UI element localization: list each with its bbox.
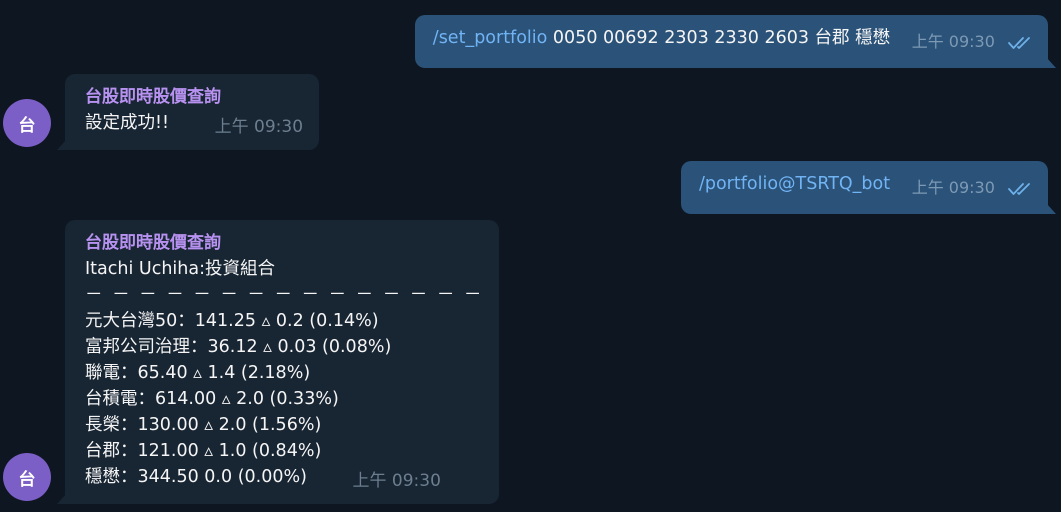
separator-line: － － － － － － － － － － － － － － －	[85, 285, 484, 305]
command-args: 0050 00692 2303 2330 2603 台郡 穩懋	[547, 28, 891, 48]
message-time: 上午 09:30	[352, 471, 441, 491]
outgoing-message-set-portfolio[interactable]: /set_portfolio 0050 00692 2303 2330 2603…	[414, 15, 1056, 68]
outgoing-message-portfolio[interactable]: /portfolio@TSRTQ_bot 上午 09:30	[680, 161, 1056, 214]
double-check-icon	[1008, 178, 1034, 204]
bot-avatar[interactable]: 台	[3, 453, 51, 501]
sender-name[interactable]: 台股即時股價查詢	[85, 230, 483, 256]
stock-line: 台積電：614.00 ▵ 2.0 (0.33%)	[85, 389, 339, 409]
message-text: 設定成功!!	[85, 113, 170, 133]
command-link[interactable]: /set_portfolio	[433, 28, 548, 48]
command-link[interactable]: /portfolio@TSRTQ_bot	[699, 174, 890, 194]
bot-avatar[interactable]: 台	[3, 99, 51, 147]
incoming-message-confirmation[interactable]: 台股即時股價查詢 設定成功!! 上午 09:30	[57, 74, 320, 150]
message-time: 上午 09:30	[911, 178, 995, 197]
stock-line: 元大台灣50：141.25 ▵ 0.2 (0.14%)	[85, 311, 379, 331]
message-time: 上午 09:30	[214, 117, 304, 137]
stock-line: 台郡：121.00 ▵ 1.0 (0.84%)	[85, 441, 322, 461]
message-meta: 上午 09:30	[912, 175, 1034, 204]
incoming-message-portfolio[interactable]: 台股即時股價查詢 Itachi Uchiha:投資組合 － － － － － － …	[57, 220, 500, 504]
portfolio-title: Itachi Uchiha:投資組合	[85, 259, 275, 279]
sender-name[interactable]: 台股即時股價查詢	[85, 84, 303, 110]
stock-line: 穩懋：344.50 0.0 (0.00%)	[85, 467, 307, 487]
stock-line: 長榮：130.00 ▵ 2.0 (1.56%)	[85, 415, 322, 435]
message-time: 上午 09:30	[911, 32, 995, 51]
stock-line: 聯電：65.40 ▵ 1.4 (2.18%)	[85, 363, 311, 383]
double-check-icon	[1008, 32, 1034, 58]
message-meta: 上午 09:30	[912, 29, 1034, 58]
stock-line: 富邦公司治理：36.12 ▵ 0.03 (0.08%)	[85, 337, 392, 357]
chat-history: /set_portfolio 0050 00692 2303 2330 2603…	[0, 0, 1061, 512]
